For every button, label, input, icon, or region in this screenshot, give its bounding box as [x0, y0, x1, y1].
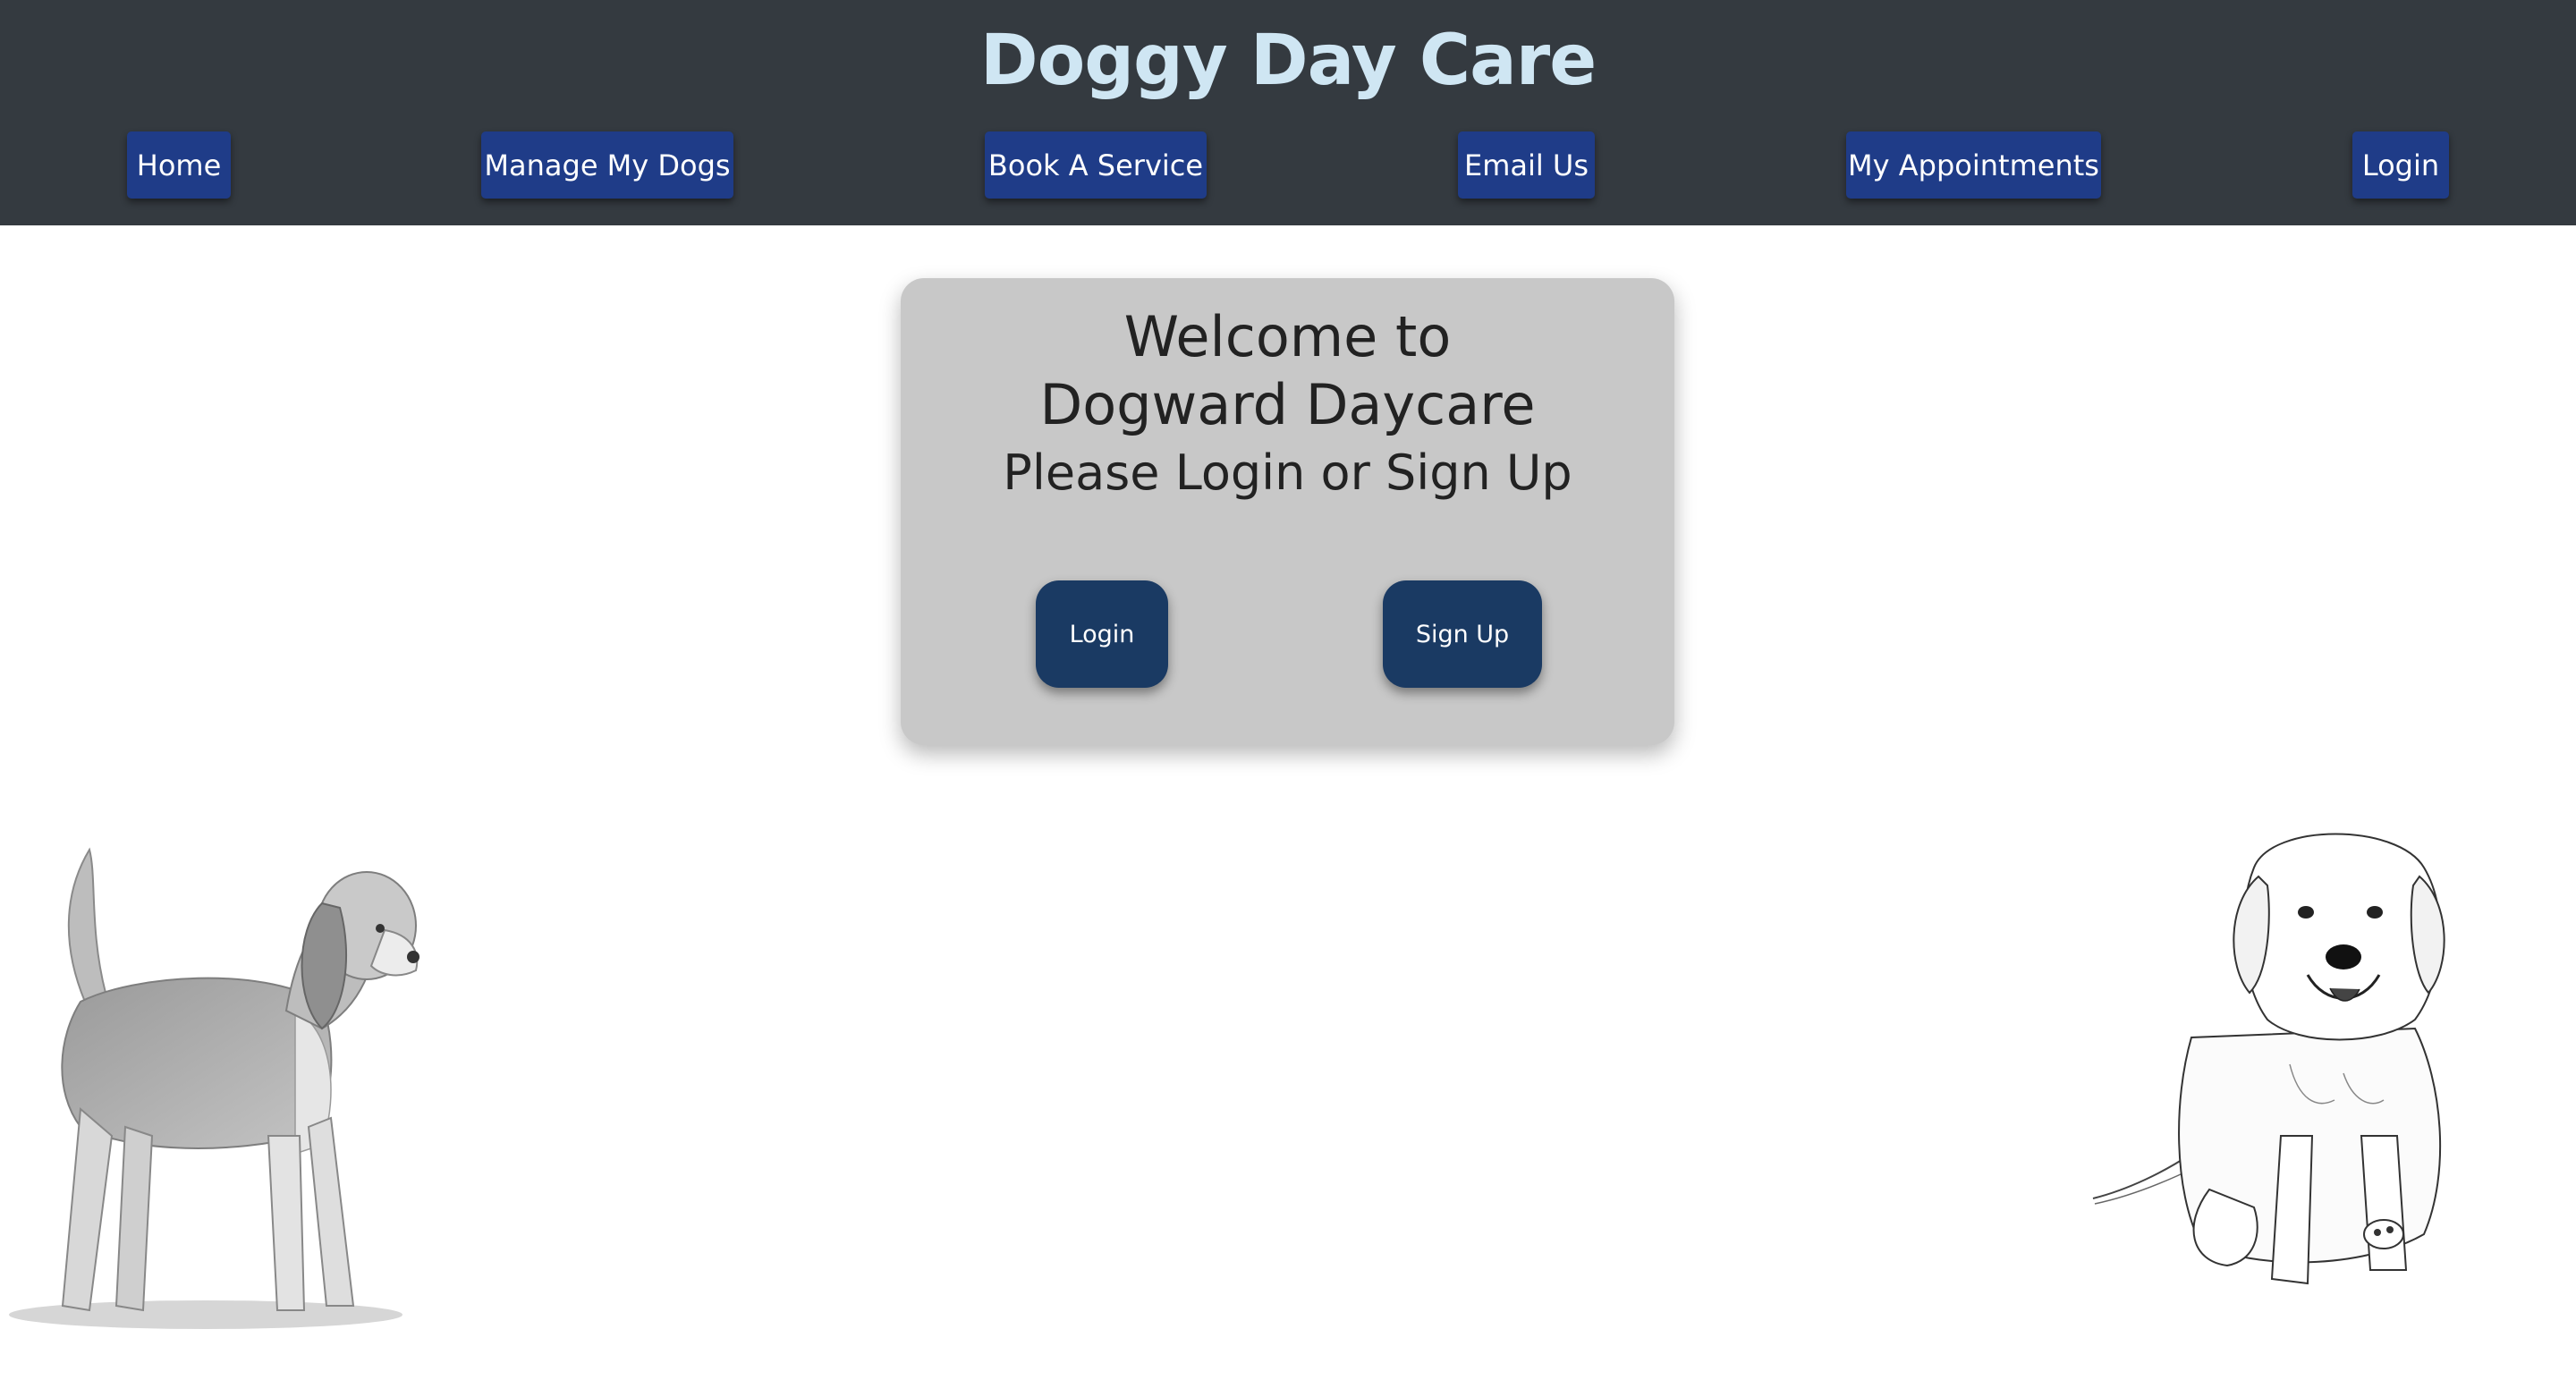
- nav-book-service-button[interactable]: Book A Service: [985, 131, 1207, 199]
- welcome-heading: Welcome to Dogward Daycare: [1039, 304, 1536, 437]
- nav-email-us-button[interactable]: Email Us: [1458, 131, 1595, 199]
- nav-manage-dogs-button[interactable]: Manage My Dogs: [481, 131, 733, 199]
- beagle-illustration: [9, 847, 419, 1329]
- nav-my-appointments-button[interactable]: My Appointments: [1846, 131, 2101, 199]
- page: Doggy Day Care Home Manage My Dogs Book …: [0, 0, 2576, 1397]
- login-button[interactable]: Login: [1036, 580, 1168, 688]
- welcome-subheading: Please Login or Sign Up: [1003, 444, 1572, 501]
- welcome-card: Welcome to Dogward Daycare Please Login …: [901, 278, 1674, 745]
- retriever-puppy-illustration: [2092, 833, 2445, 1285]
- site-title: Doggy Day Care: [979, 21, 1597, 101]
- sign-up-button[interactable]: Sign Up: [1383, 580, 1542, 688]
- nav-home-button[interactable]: Home: [127, 131, 231, 199]
- site-header: Doggy Day Care Home Manage My Dogs Book …: [0, 0, 2576, 225]
- nav-login-button[interactable]: Login: [2352, 131, 2449, 199]
